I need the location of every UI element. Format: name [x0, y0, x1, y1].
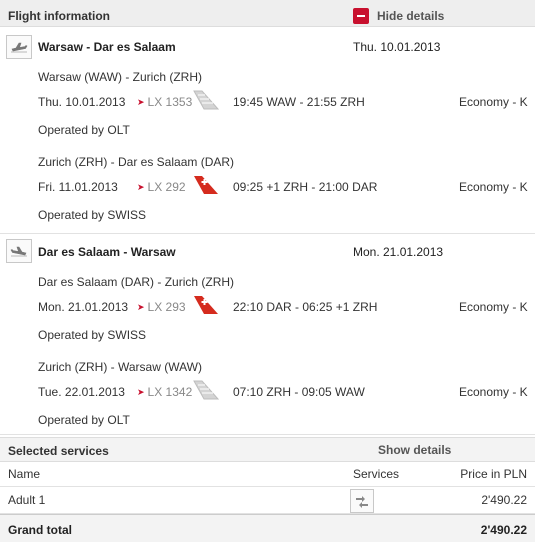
- journey-title: Warsaw - Dar es Salaam: [38, 40, 176, 54]
- journey-date: Thu. 10.01.2013: [353, 40, 441, 54]
- segment-date: Mon. 21.01.2013: [38, 300, 129, 314]
- arrow-right-icon: ➤: [137, 181, 145, 192]
- column-name: Name: [8, 467, 41, 481]
- segment-times: 07:10 ZRH - 09:05 WAW: [233, 385, 365, 399]
- show-details-label[interactable]: Show details: [378, 443, 451, 457]
- operated-by: Operated by OLT: [38, 123, 130, 137]
- show-details-toggle[interactable]: Show details: [353, 442, 451, 458]
- segment-class: Economy - K: [459, 95, 528, 109]
- segment-times: 22:10 DAR - 06:25 +1 ZRH: [233, 300, 378, 314]
- journey-date: Mon. 21.01.2013: [353, 245, 444, 259]
- selected-services-header: Selected services Show details: [0, 437, 535, 462]
- passenger-price: 2'490.22: [481, 493, 527, 507]
- segment-route: Warsaw (WAW) - Zurich (ZRH): [38, 70, 202, 84]
- grand-total-value: 2'490.22: [480, 523, 527, 537]
- selected-services-title: Selected services: [8, 444, 109, 458]
- grand-total-row: Grand total 2'490.22: [0, 514, 535, 542]
- flight-number[interactable]: ➤ LX 293: [137, 300, 186, 314]
- flight-number[interactable]: ➤ LX 1353: [137, 95, 192, 109]
- segment-times: 19:45 WAW - 21:55 ZRH: [233, 95, 365, 109]
- flight-services-icon[interactable]: [350, 489, 374, 513]
- swiss-tail-icon: [194, 176, 218, 194]
- collapse-icon[interactable]: [353, 8, 369, 24]
- passenger-name: Adult 1: [8, 493, 46, 507]
- segment-route: Dar es Salaam (DAR) - Zurich (ZRH): [38, 275, 235, 289]
- column-services: Services: [353, 467, 400, 481]
- services-table-header: Name Services Price in PLN: [0, 462, 535, 487]
- journey-outbound: Warsaw - Dar es Salaam Thu. 10.01.2013 W…: [0, 29, 535, 234]
- olt-tail-icon: [193, 90, 220, 110]
- operated-by: Operated by SWISS: [38, 208, 147, 222]
- segment-date: Thu. 10.01.2013: [38, 95, 126, 109]
- swiss-tail-icon: [194, 296, 218, 314]
- segment-route: Zurich (ZRH) - Dar es Salaam (DAR): [38, 155, 235, 169]
- departure-plane-icon: [6, 35, 32, 59]
- arrow-right-icon: ➤: [137, 386, 145, 397]
- segment-times: 09:25 +1 ZRH - 21:00 DAR: [233, 180, 378, 194]
- segment-class: Economy - K: [459, 300, 528, 314]
- arrival-plane-icon: [6, 239, 32, 263]
- operated-by: Operated by OLT: [38, 413, 130, 427]
- grand-total-label: Grand total: [8, 523, 73, 537]
- journey-return: Dar es Salaam - Warsaw Mon. 21.01.2013 D…: [0, 235, 535, 435]
- hide-details-toggle[interactable]: Hide details: [353, 8, 444, 24]
- segment-class: Economy - K: [459, 385, 528, 399]
- expand-icon[interactable]: [353, 442, 369, 458]
- table-row: Adult 1 2'490.22: [0, 487, 535, 514]
- flight-information-title: Flight information: [8, 9, 110, 23]
- olt-tail-icon: [193, 380, 220, 400]
- segment-route: Zurich (ZRH) - Warsaw (WAW): [38, 360, 202, 374]
- booking-summary: Flight information Hide details Warsaw -…: [0, 0, 535, 543]
- operated-by: Operated by SWISS: [38, 328, 147, 342]
- segment-date: Fri. 11.01.2013: [38, 180, 118, 194]
- flight-number[interactable]: ➤ LX 1342: [137, 385, 192, 399]
- journey-title: Dar es Salaam - Warsaw: [38, 245, 176, 259]
- hide-details-label[interactable]: Hide details: [377, 9, 444, 23]
- segment-class: Economy - K: [459, 180, 528, 194]
- segment-date: Tue. 22.01.2013: [38, 385, 125, 399]
- arrow-right-icon: ➤: [137, 96, 145, 107]
- flight-number[interactable]: ➤ LX 292: [137, 180, 186, 194]
- flight-information-header: Flight information Hide details: [0, 0, 535, 27]
- arrow-right-icon: ➤: [137, 301, 145, 312]
- column-price: Price in PLN: [460, 467, 527, 481]
